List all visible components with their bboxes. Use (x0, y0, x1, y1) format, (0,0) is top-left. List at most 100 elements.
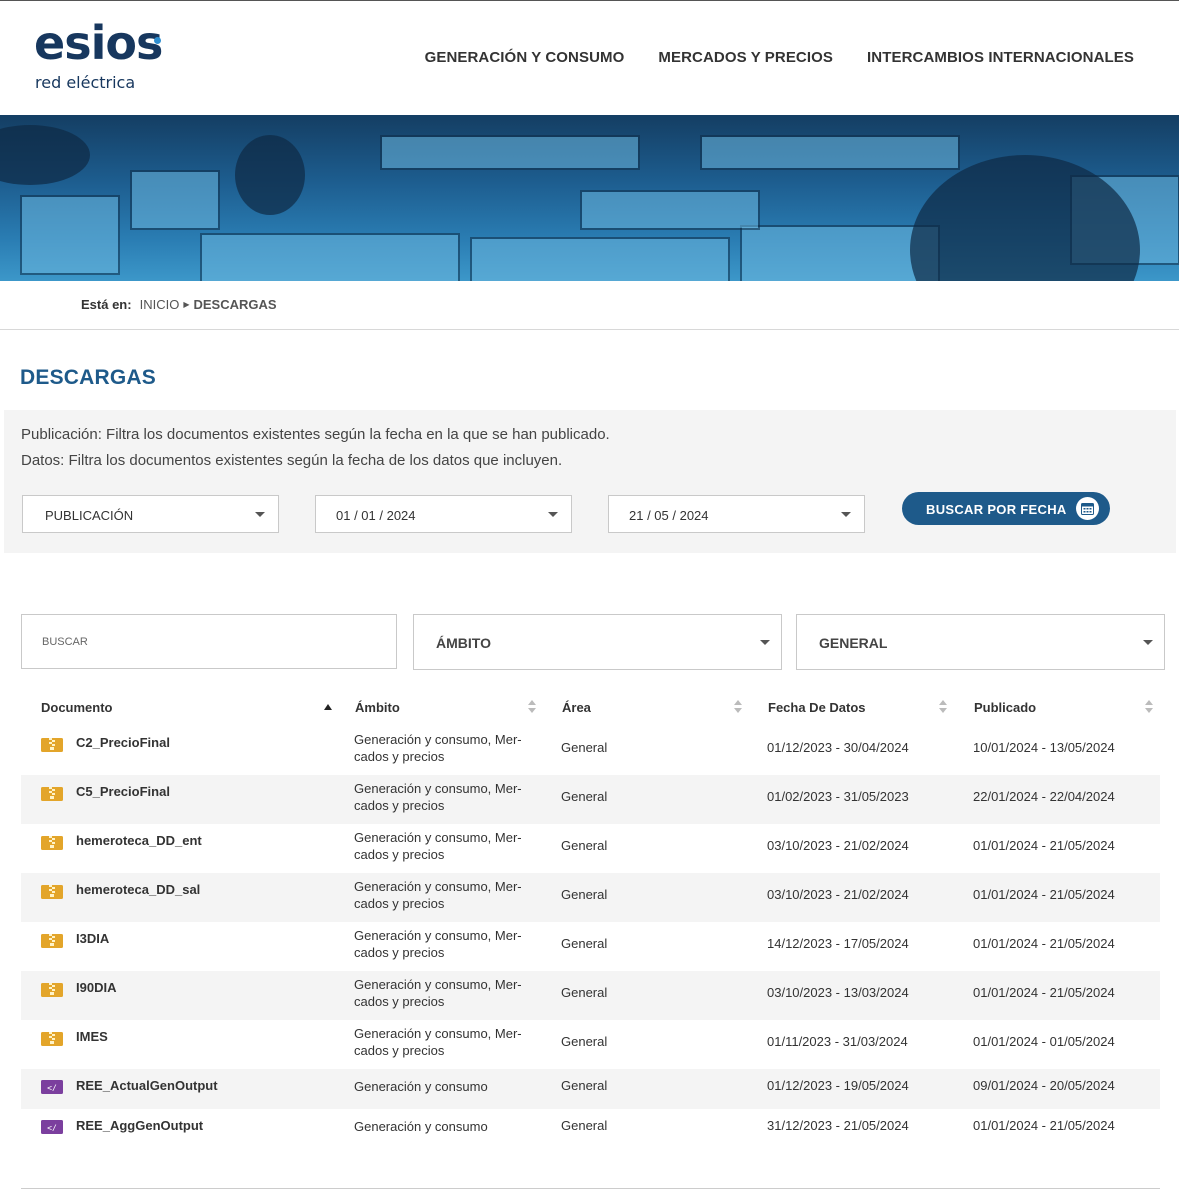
nav-generacion-consumo[interactable]: GENERACIÓN Y CONSUMO (425, 49, 625, 66)
page-title: DESCARGAS (20, 366, 156, 389)
ambito-cell: Generación y consumo (354, 1119, 488, 1134)
sort-icon[interactable] (734, 700, 743, 714)
area-cell: General (561, 740, 608, 755)
date-to-value: 21 / 05 / 2024 (629, 508, 709, 523)
table-row[interactable]: I3DIA Generación y consumo, Mer-cados y p… (21, 922, 1160, 971)
filter-help-publicacion: Publicación: Filtra los documentos exist… (21, 426, 610, 443)
document-link[interactable]: C5_PrecioFinal (76, 784, 170, 799)
breadcrumb-home-link[interactable]: INICIO (140, 297, 180, 312)
fecha-datos-cell: 01/12/2023 - 30/04/2024 (767, 740, 909, 755)
filter-help-datos: Datos: Filtra los documentos existentes … (21, 452, 563, 469)
ambito-cell: Generación y consumo, Mer-cados y precio… (354, 1026, 522, 1058)
fecha-datos-cell: 01/12/2023 - 19/05/2024 (767, 1078, 909, 1093)
zip-file-icon (41, 787, 63, 801)
publicado-cell: 01/01/2024 - 21/05/2024 (973, 1118, 1115, 1133)
sort-asc-icon[interactable] (324, 704, 332, 710)
divider (0, 329, 1179, 330)
fecha-datos-cell: 03/10/2023 - 21/02/2024 (767, 887, 909, 902)
zip-file-icon (41, 934, 63, 948)
chevron-down-icon (548, 512, 558, 517)
date-from-select[interactable]: 01 / 01 / 2024 (315, 495, 572, 533)
ambito-select-value: ÁMBITO (436, 635, 491, 651)
date-from-value: 01 / 01 / 2024 (336, 508, 416, 523)
filter-type-value: PUBLICACIÓN (45, 508, 134, 523)
ambito-cell: Generación y consumo, Mer-cados y precio… (354, 879, 522, 911)
chevron-down-icon (760, 640, 770, 645)
sort-icon[interactable] (528, 700, 537, 714)
fecha-datos-cell: 03/10/2023 - 21/02/2024 (767, 838, 909, 853)
document-link[interactable]: REE_ActualGenOutput (76, 1078, 218, 1093)
document-link[interactable]: C2_PrecioFinal (76, 735, 170, 750)
area-select-value: GENERAL (819, 635, 888, 651)
publicado-cell: 09/01/2024 - 20/05/2024 (973, 1078, 1115, 1093)
document-link[interactable]: hemeroteca_DD_sal (76, 882, 200, 897)
area-cell: General (561, 789, 608, 804)
fecha-datos-cell: 01/02/2023 - 31/05/2023 (767, 789, 909, 804)
publicado-cell: 01/01/2024 - 21/05/2024 (973, 838, 1115, 853)
table-body: C2_PrecioFinal Generación y consumo, Mer-… (21, 726, 1160, 1149)
zip-file-icon (41, 885, 63, 899)
ambito-cell: Generación y consumo, Mer-cados y precio… (354, 977, 522, 1009)
search-by-date-label: BUSCAR POR FECHA (926, 502, 1067, 517)
hero-banner-image (0, 115, 1179, 281)
document-link[interactable]: I90DIA (76, 980, 116, 995)
sort-icon[interactable] (1145, 700, 1154, 714)
publicado-cell: 01/01/2024 - 01/05/2024 (973, 1034, 1115, 1049)
publicado-cell: 10/01/2024 - 13/05/2024 (973, 740, 1115, 755)
column-header-fecha-datos[interactable]: Fecha De Datos (768, 700, 866, 715)
logo-sub-text: red eléctrica (35, 73, 136, 92)
publicado-cell: 01/01/2024 - 21/05/2024 (973, 985, 1115, 1000)
area-cell: General (561, 1034, 608, 1049)
esios-logo[interactable]: esios red eléctrica (34, 15, 174, 97)
publicado-cell: 01/01/2024 - 21/05/2024 (973, 887, 1115, 902)
column-header-area[interactable]: Área (562, 700, 591, 715)
nav-mercados-precios[interactable]: MERCADOS Y PRECIOS (658, 49, 833, 66)
date-to-select[interactable]: 21 / 05 / 2024 (608, 495, 865, 533)
area-cell: General (561, 1078, 608, 1093)
search-input[interactable] (21, 614, 397, 669)
column-header-ambito[interactable]: Ámbito (355, 700, 400, 715)
filter-type-select[interactable]: PUBLICACIÓN (22, 495, 279, 533)
fecha-datos-cell: 03/10/2023 - 13/03/2024 (767, 985, 909, 1000)
area-cell: General (561, 1118, 608, 1133)
zip-file-icon (41, 836, 63, 850)
logo-dot (154, 37, 161, 44)
main-nav: GENERACIÓN Y CONSUMO MERCADOS Y PRECIOS … (425, 49, 1134, 66)
xml-file-icon: </ (41, 1120, 63, 1134)
document-link[interactable]: IMES (76, 1029, 108, 1044)
ambito-cell: Generación y consumo, Mer-cados y precio… (354, 732, 522, 764)
search-by-date-button[interactable]: BUSCAR POR FECHA (902, 492, 1110, 525)
document-link[interactable]: I3DIA (76, 931, 109, 946)
ambito-cell: Generación y consumo, Mer-cados y precio… (354, 830, 522, 862)
logo-main-text: esios (34, 16, 163, 70)
chevron-down-icon (255, 512, 265, 517)
publicado-cell: 22/01/2024 - 22/04/2024 (973, 789, 1115, 804)
table-bottom-divider (21, 1188, 1160, 1189)
date-filter-panel: Publicación: Filtra los documentos exist… (4, 410, 1176, 553)
sort-icon[interactable] (939, 700, 948, 714)
area-cell: General (561, 838, 608, 853)
site-header: esios red eléctrica GENERACIÓN Y CONSUMO… (0, 1, 1179, 115)
chevron-down-icon (1143, 640, 1153, 645)
table-row[interactable]: C5_PrecioFinal Generación y consumo, Mer-… (21, 775, 1160, 824)
area-select[interactable]: GENERAL (796, 614, 1165, 670)
document-link[interactable]: REE_AggGenOutput (76, 1118, 203, 1133)
table-row[interactable]: C2_PrecioFinal Generación y consumo, Mer-… (21, 726, 1160, 775)
column-header-publicado[interactable]: Publicado (974, 700, 1036, 715)
nav-intercambios-internacionales[interactable]: INTERCAMBIOS INTERNACIONALES (867, 49, 1134, 66)
column-header-documento[interactable]: Documento (41, 700, 113, 715)
table-row[interactable]: </ REE_AggGenOutput Generación y consumo Ge… (21, 1109, 1160, 1149)
table-row[interactable]: hemeroteca_DD_sal Generación y consumo, M… (21, 873, 1160, 922)
table-row[interactable]: I90DIA Generación y consumo, Mer-cados y … (21, 971, 1160, 1020)
ambito-select[interactable]: ÁMBITO (413, 614, 782, 670)
ambito-cell: Generación y consumo, Mer-cados y precio… (354, 781, 522, 813)
table-row[interactable]: </ REE_ActualGenOutput Generación y consum… (21, 1069, 1160, 1109)
ambito-cell: Generación y consumo, Mer-cados y precio… (354, 928, 522, 960)
xml-file-icon: </ (41, 1080, 63, 1094)
document-link[interactable]: hemeroteca_DD_ent (76, 833, 202, 848)
breadcrumb-separator-icon: ▶ (183, 300, 190, 309)
area-cell: General (561, 936, 608, 951)
table-row[interactable]: hemeroteca_DD_ent Generación y consumo, M… (21, 824, 1160, 873)
table-row[interactable]: IMES Generación y consumo, Mer-cados y pr… (21, 1020, 1160, 1069)
zip-file-icon (41, 983, 63, 997)
